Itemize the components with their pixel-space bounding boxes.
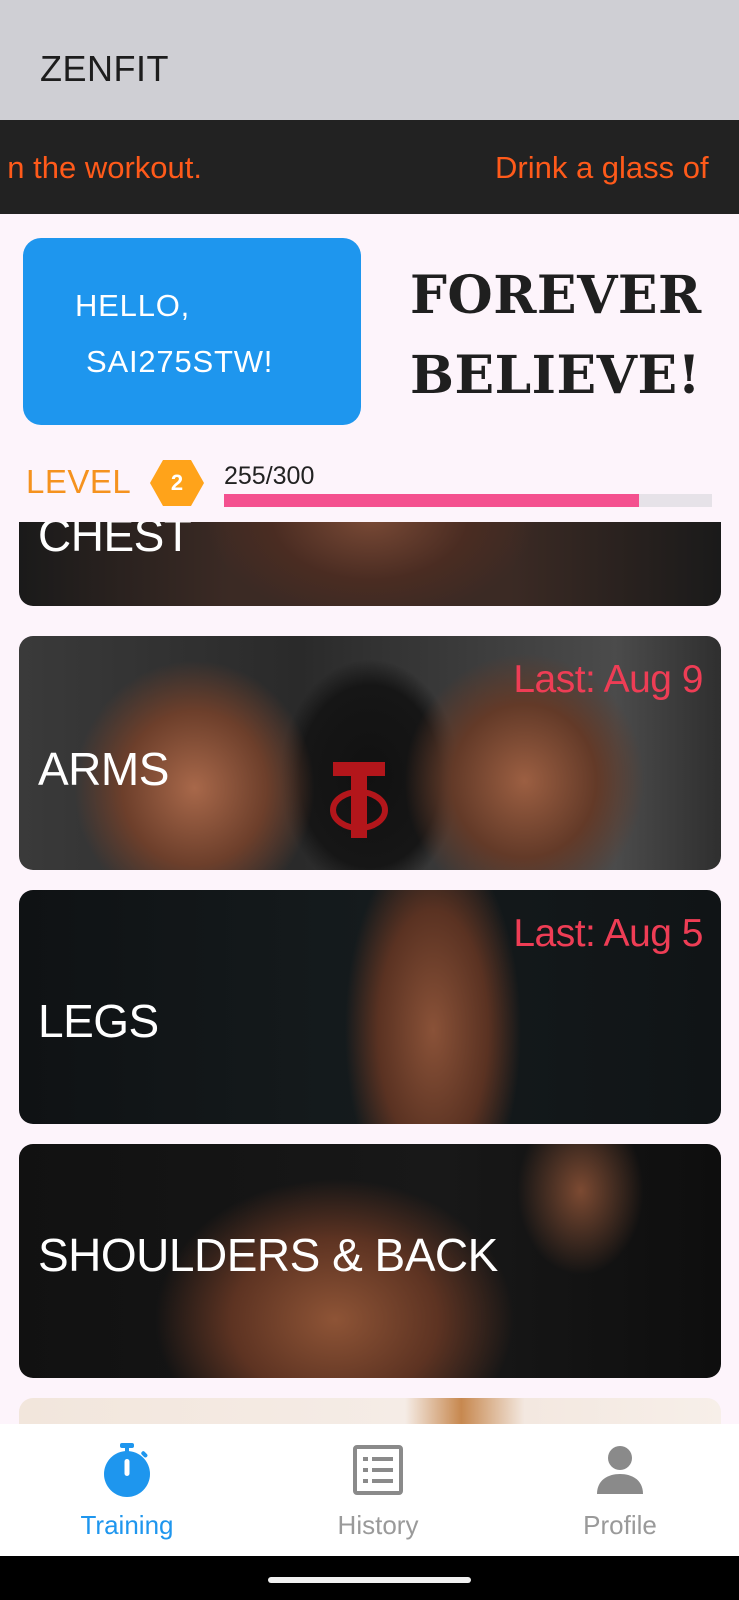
next-workout-photo [19, 1398, 721, 1424]
xp-counter: 255/300 [224, 462, 315, 490]
nav-item-history[interactable]: History [278, 1424, 478, 1556]
nav-label: Profile [583, 1510, 657, 1540]
last-workout-date: Last: Aug 9 [513, 658, 703, 701]
workout-card-chest[interactable]: CHEST [19, 522, 721, 606]
tank-top-emblem-icon [330, 762, 388, 838]
level-number: 2 [170, 470, 184, 495]
workout-name: CHEST [38, 522, 192, 561]
workout-card-next[interactable] [19, 1398, 721, 1424]
last-workout-date: Last: Aug 5 [513, 912, 703, 955]
app-screen: ZENFIT n the workout. Drink a glass of H… [0, 0, 739, 1600]
app-title: ZENFIT [40, 48, 169, 89]
workout-card-arms[interactable]: ARMS Last: Aug 9 [19, 636, 721, 870]
xp-progress-fill [224, 494, 639, 507]
ticker-tip: Drink a glass of [495, 150, 709, 185]
person-icon [597, 1446, 643, 1494]
nav-item-profile[interactable]: Profile [520, 1424, 720, 1556]
top-app-bar: ZENFIT [0, 0, 739, 120]
workout-name: ARMS [38, 743, 169, 795]
greeting-card: HELLO, SAI275STW! [23, 238, 361, 425]
stopwatch-icon [104, 1443, 150, 1497]
greeting-line: HELLO, [75, 288, 191, 323]
nav-label: Training [80, 1510, 174, 1540]
username-label: SAI275STW! [86, 344, 274, 379]
motto-text: FOREVER BELIEVE! [410, 265, 702, 406]
xp-progress-bar [224, 494, 712, 507]
nav-item-training[interactable]: Training [27, 1424, 227, 1556]
workout-list[interactable]: CHEST ARMS Last: Aug 9 LEGS Last: Aug 5 … [0, 522, 739, 1424]
level-badge: 2 [149, 458, 205, 508]
tips-ticker: n the workout. Drink a glass of [0, 120, 739, 214]
workout-card-shoulders-back[interactable]: SHOULDERS & BACK [19, 1144, 721, 1378]
system-navigation-bar [0, 1556, 739, 1600]
workout-card-legs[interactable]: LEGS Last: Aug 5 [19, 890, 721, 1124]
workout-name: LEGS [38, 995, 159, 1047]
list-icon [353, 1445, 403, 1495]
workout-name: SHOULDERS & BACK [38, 1229, 498, 1281]
nav-label: History [337, 1510, 419, 1540]
gesture-handle[interactable] [268, 1577, 471, 1583]
ticker-tip: n the workout. [7, 150, 202, 185]
bottom-navigation: Training History Profile [0, 1424, 739, 1556]
level-label: LEVEL [26, 463, 132, 500]
